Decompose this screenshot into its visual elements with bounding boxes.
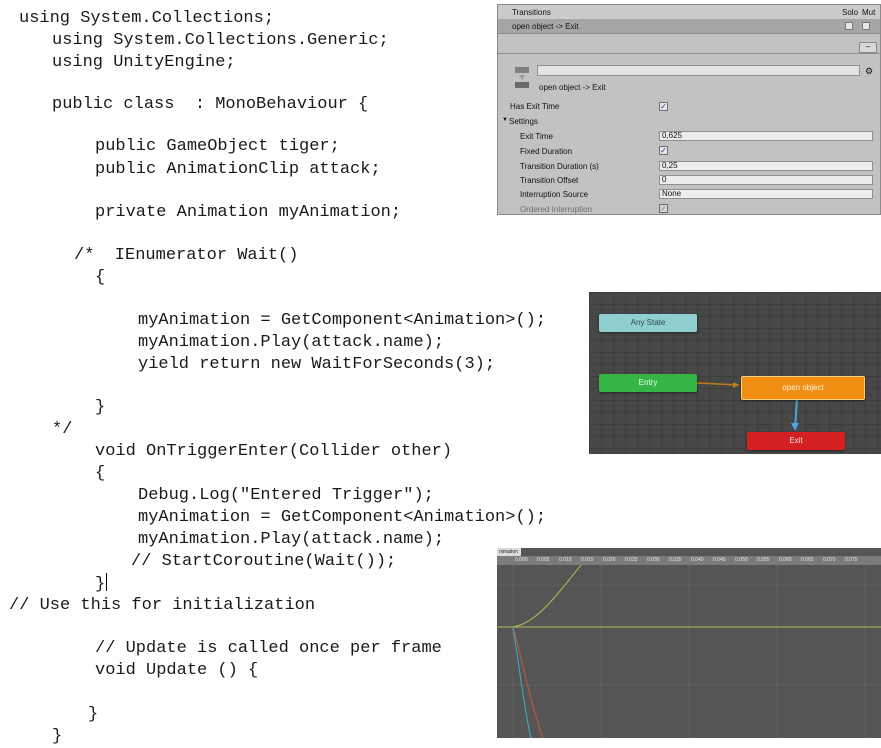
- ruler-label: 0.000: [515, 557, 528, 563]
- exit-time-label: Exit Time: [520, 132, 553, 141]
- code-line-close-brace: }: [95, 398, 106, 417]
- transition-offset-field[interactable]: 0: [659, 175, 873, 185]
- ruler-label: 0.070: [823, 557, 836, 563]
- interruption-source-label: Interruption Source: [520, 190, 589, 199]
- interruption-source-dropdown[interactable]: None: [659, 189, 873, 199]
- transition-list-item[interactable]: open object -> Exit: [498, 19, 880, 34]
- settings-foldout-label[interactable]: Settings: [509, 117, 538, 126]
- solo-checkbox[interactable]: [845, 22, 853, 30]
- time-ruler[interactable]: 0.000 0.005 0.010 0.015 0.020 0.025 0.03…: [497, 556, 881, 565]
- divider: [498, 53, 880, 54]
- code-line-play: myAnimation.Play(attack.name);: [138, 333, 445, 352]
- code-line-debug-log: Debug.Log("Entered Trigger");: [138, 486, 434, 505]
- ruler-label: 0.015: [581, 557, 594, 563]
- transition-inspector: Transitions Solo Mut open object -> Exit…: [497, 4, 881, 215]
- transition-subtitle: open object -> Exit: [539, 83, 606, 92]
- code-line-tiger-field: public GameObject tiger;: [95, 137, 340, 156]
- cyan-curve: [512, 626, 532, 738]
- ruler-label: 0.025: [625, 557, 638, 563]
- fixed-duration-checkbox[interactable]: ✓: [659, 146, 668, 155]
- ruler-label: 0.075: [845, 557, 858, 563]
- ruler-label: 0.040: [691, 557, 704, 563]
- code-line-getcomponent: myAnimation = GetComponent<Animation>();: [138, 311, 547, 330]
- transition-item-label: open object -> Exit: [512, 22, 579, 31]
- code-line-open-brace: {: [95, 268, 106, 287]
- has-exit-time-label: Has Exit Time: [510, 102, 560, 111]
- entry-node[interactable]: Entry: [599, 374, 697, 392]
- code-line-using-unityengine: using UnityEngine;: [52, 53, 236, 72]
- exit-time-field[interactable]: 0,625: [659, 131, 873, 141]
- has-exit-time-checkbox[interactable]: ✓: [659, 102, 668, 111]
- exit-arrow-icon: [791, 423, 799, 431]
- ruler-label: 0.055: [757, 557, 770, 563]
- ruler-label: 0.005: [537, 557, 550, 563]
- code-line-ontriggerenter: void OnTriggerEnter(Collider other): [95, 442, 453, 461]
- transition-list-empty-space: [498, 34, 880, 42]
- transition-duration-field[interactable]: 0,25: [659, 161, 873, 171]
- ruler-label: 0.050: [735, 557, 748, 563]
- any-state-node[interactable]: Any State: [599, 314, 697, 332]
- transitions-label: Transitions: [512, 8, 551, 17]
- transition-duration-label: Transition Duration (s): [520, 162, 599, 171]
- transition-name-field[interactable]: [537, 65, 860, 76]
- mute-checkbox[interactable]: [862, 22, 870, 30]
- code-line-using-collections: using System.Collections;: [19, 9, 275, 28]
- mute-label: Mut: [862, 8, 876, 17]
- code-line-close-brace-caret: }: [95, 573, 108, 594]
- ruler-label: 0.010: [559, 557, 572, 563]
- code-line-attack-field: public AnimationClip attack;: [95, 160, 381, 179]
- ordered-interruption-checkbox[interactable]: ✓: [659, 204, 668, 213]
- transitions-header: Transitions Solo Mut: [498, 5, 880, 20]
- ruler-label: 0.065: [801, 557, 814, 563]
- fixed-duration-label: Fixed Duration: [520, 147, 573, 156]
- ruler-label: 0.020: [603, 557, 616, 563]
- transition-icon: [515, 67, 529, 88]
- exit-node[interactable]: Exit: [747, 432, 845, 450]
- ordered-interruption-label: Ordered Interruption: [520, 205, 593, 214]
- code-line-startcoroutine-comment: // StartCoroutine(Wait());: [131, 552, 397, 571]
- code-line-update-close: }: [88, 705, 99, 724]
- code-line-play-2: myAnimation.Play(attack.name);: [138, 530, 445, 549]
- gear-icon[interactable]: ⚙: [865, 66, 873, 77]
- animation-tab[interactable]: nimation: [497, 548, 521, 556]
- ruler-label: 0.060: [779, 557, 792, 563]
- text-cursor: [106, 573, 108, 591]
- ruler-label: 0.035: [669, 557, 682, 563]
- code-line-yield: yield return new WaitForSeconds(3);: [138, 355, 496, 374]
- code-line-open-brace-2: {: [95, 464, 106, 483]
- transition-offset-label: Transition Offset: [520, 176, 579, 185]
- code-line-class-close: }: [52, 727, 63, 746]
- settings-foldout-arrow-icon[interactable]: ▼: [502, 117, 508, 123]
- code-line-class-declaration: public class : MonoBehaviour {: [52, 95, 369, 114]
- solo-label: Solo: [842, 8, 859, 17]
- code-line-myanimation-field: private Animation myAnimation;: [95, 203, 402, 222]
- code-line-update-comment: // Update is called once per frame: [95, 639, 442, 658]
- code-line-wait-comment-start: /* IEnumerator Wait(): [74, 246, 299, 265]
- code-line-init-comment: // Use this for initialization: [9, 596, 316, 615]
- ruler-label: 0.030: [647, 557, 660, 563]
- code-line-comment-end: */: [52, 420, 73, 439]
- green-curve: [512, 565, 582, 628]
- entry-arrow-icon: [733, 382, 739, 388]
- code-line-update-method: void Update () {: [95, 661, 259, 680]
- code-line-getcomponent-2: myAnimation = GetComponent<Animation>();: [138, 508, 547, 527]
- animator-graph[interactable]: Any State Entry open object Exit: [589, 292, 881, 454]
- ruler-label: 0.045: [713, 557, 726, 563]
- curve-editor[interactable]: nimation 0.000 0.005 0.010 0.015 0.020 0…: [497, 548, 881, 738]
- open-object-state-node[interactable]: open object: [741, 376, 865, 400]
- remove-transition-button[interactable]: –: [859, 42, 877, 53]
- curve-plot[interactable]: [497, 565, 881, 738]
- code-line-using-generic: using System.Collections.Generic;: [52, 31, 389, 50]
